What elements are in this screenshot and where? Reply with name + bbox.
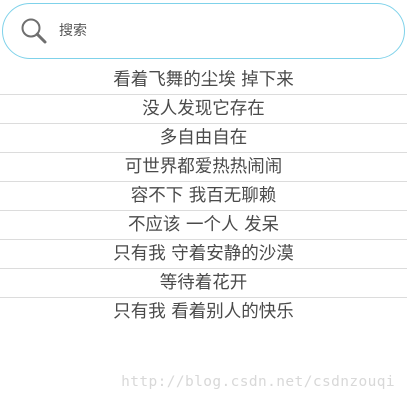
list-item[interactable]: 只有我 守着安静的沙漠	[0, 240, 407, 269]
list-item[interactable]: 没人发现它存在	[0, 95, 407, 124]
search-bar[interactable]	[2, 3, 405, 59]
list-item[interactable]: 不应该 一个人 发呆	[0, 211, 407, 240]
app-screen: 看着飞舞的尘埃 掉下来 没人发现它存在 多自由自在 可世界都爱热热闹闹 容不下 …	[0, 0, 407, 406]
list-item[interactable]: 可世界都爱热热闹闹	[0, 153, 407, 182]
list-item[interactable]: 多自由自在	[0, 124, 407, 153]
watermark: http://blog.csdn.net/csdnzouqi	[121, 374, 395, 390]
list-item[interactable]: 只有我 看着别人的快乐	[0, 298, 407, 326]
list-item[interactable]: 看着飞舞的尘埃 掉下来	[0, 66, 407, 95]
search-icon	[17, 14, 51, 48]
lyrics-list: 看着飞舞的尘埃 掉下来 没人发现它存在 多自由自在 可世界都爱热热闹闹 容不下 …	[0, 66, 407, 326]
list-item[interactable]: 容不下 我百无聊赖	[0, 182, 407, 211]
search-input[interactable]	[59, 23, 379, 39]
list-item[interactable]: 等待着花开	[0, 269, 407, 298]
